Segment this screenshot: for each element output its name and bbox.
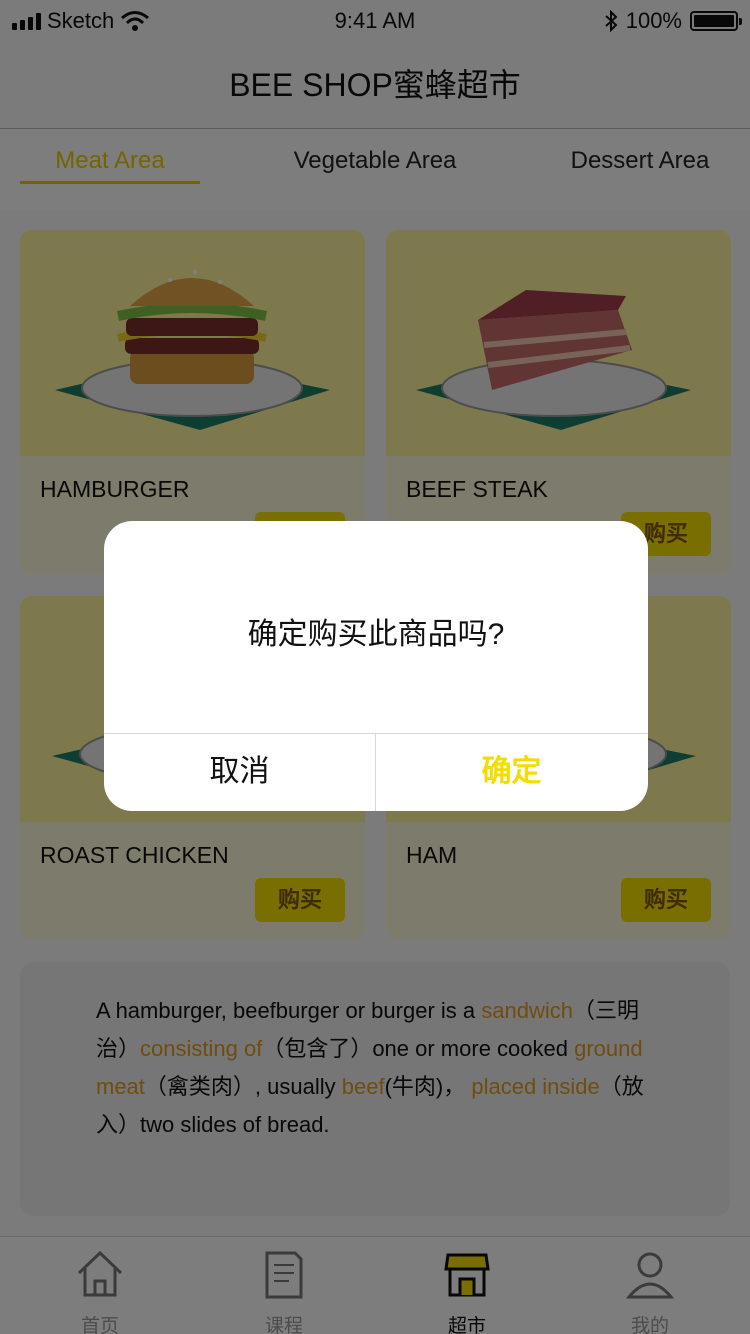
confirm-purchase-dialog: 确定购买此商品吗? 取消 确定 — [104, 521, 648, 811]
dialog-message: 确定购买此商品吗? — [247, 618, 505, 651]
confirm-button[interactable]: 确定 — [376, 733, 647, 811]
cancel-button[interactable]: 取消 — [104, 733, 375, 811]
